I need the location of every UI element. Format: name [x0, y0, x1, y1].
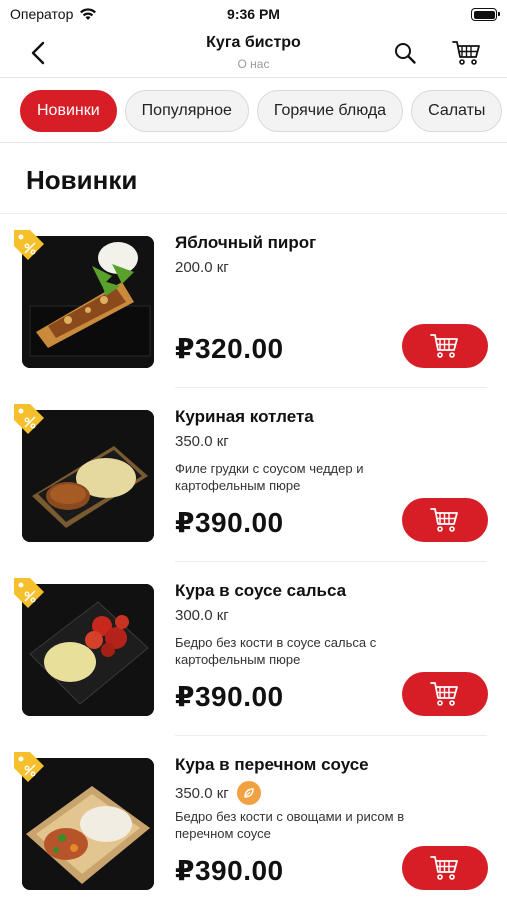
tab-hot-dishes[interactable]: Горячие блюда — [256, 90, 404, 132]
product-name: Яблочный пирог — [175, 233, 317, 252]
product-description: Филе грудки с соусом чеддер и картофельн… — [175, 461, 364, 493]
search-icon — [395, 43, 416, 64]
product-price: ₽390.00 — [175, 681, 284, 712]
product-weight-value: 200.0 кг — [175, 259, 229, 276]
add-to-cart-icon — [430, 682, 458, 706]
add-to-cart-icon — [430, 334, 458, 358]
section-title: Новинки — [26, 165, 138, 195]
product-weight-value: 350.0 кг — [175, 433, 229, 450]
page-title: Куга бистро — [206, 34, 301, 51]
product-price: ₽320.00 — [175, 333, 284, 364]
status-time: 9:36 PM — [227, 6, 280, 22]
list-item[interactable]: Кура в перечном соусе 350.0 кг Бедро без… — [0, 736, 507, 900]
cart-button[interactable] — [447, 34, 487, 72]
product-name: Кура в соусе сальса — [175, 581, 347, 600]
discount-tag-icon — [14, 752, 44, 782]
discount-tag-icon — [14, 578, 44, 608]
product-description: Бедро без кости в соусе сальса с картофе… — [175, 635, 377, 667]
category-tabs: Новинки Популярное Горячие блюда Салаты — [0, 79, 507, 143]
spicy-icon — [236, 781, 261, 805]
list-item[interactable]: Яблочный пирог 200.0 кг ₽320.00 — [0, 214, 507, 388]
add-to-cart-button[interactable] — [402, 846, 488, 890]
product-weight: 350.0 кг — [175, 781, 261, 805]
discount-tag-icon — [14, 404, 44, 434]
tab-salads[interactable]: Салаты — [411, 90, 503, 132]
product-weight: 350.0 кг — [175, 433, 229, 450]
product-weight: 300.0 кг — [175, 607, 229, 624]
list-item[interactable]: Кура в соусе сальса 300.0 кг Бедро без к… — [0, 562, 507, 736]
add-to-cart-icon — [430, 508, 458, 532]
product-list: Яблочный пирог 200.0 кг ₽320.00 Куриная … — [0, 214, 507, 900]
nav-bar: Куга бистро О нас — [0, 28, 507, 78]
product-price: ₽390.00 — [175, 855, 284, 886]
battery-icon — [471, 8, 500, 21]
add-to-cart-icon — [430, 856, 458, 880]
add-to-cart-button[interactable] — [402, 324, 488, 368]
product-weight-value: 300.0 кг — [175, 607, 229, 624]
product-weight: 200.0 кг — [175, 259, 229, 276]
product-name: Куриная котлета — [175, 407, 314, 426]
product-price: ₽390.00 — [175, 507, 284, 538]
product-name: Кура в перечном соусе — [175, 755, 369, 774]
cart-icon — [452, 41, 480, 65]
add-to-cart-button[interactable] — [402, 672, 488, 716]
add-to-cart-button[interactable] — [402, 498, 488, 542]
list-item[interactable]: Куриная котлета 350.0 кг Филе грудки с с… — [0, 388, 507, 562]
product-description: Бедро без кости с овощами и рисом в пере… — [175, 809, 405, 841]
tab-popular[interactable]: Популярное — [124, 90, 249, 132]
status-bar: Оператор 9:36 PM — [0, 0, 507, 28]
discount-tag-icon — [14, 230, 44, 260]
search-button[interactable] — [385, 34, 425, 72]
about-link[interactable]: О нас — [0, 57, 507, 71]
product-weight-value: 350.0 кг — [175, 784, 229, 802]
tab-novinki[interactable]: Новинки — [20, 90, 117, 132]
